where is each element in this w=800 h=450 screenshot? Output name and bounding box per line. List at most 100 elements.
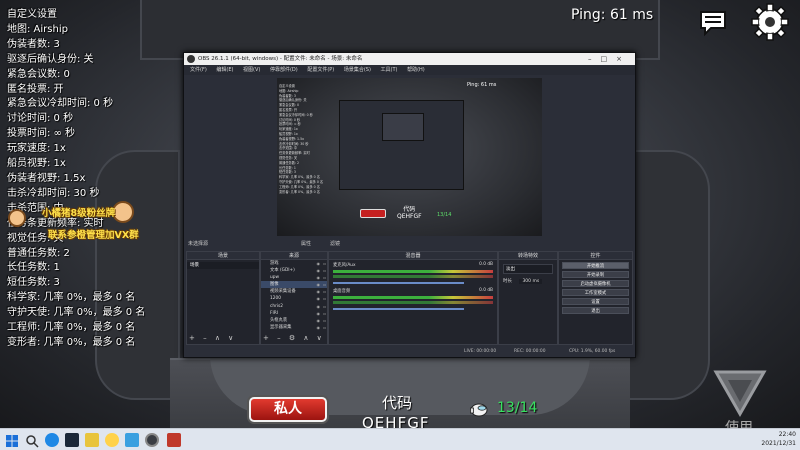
- menu-scene-collection[interactable]: 场景集合(S): [344, 67, 371, 73]
- source-item[interactable]: chris2 ◉ ▫: [261, 303, 327, 310]
- source-item[interactable]: 图像 ◉ ▫: [261, 281, 327, 289]
- no-source-label: 未选择源: [188, 241, 209, 247]
- app-icon[interactable]: [125, 433, 139, 447]
- obs-docks: 场景 场景 + – ∧ ∨ 来源 游戏 ◉ ▫ 文本 (GDI+) ◉ ▫ upw ◉ ▫ …: [186, 251, 633, 345]
- search-icon[interactable]: [25, 433, 39, 448]
- use-button[interactable]: 使用: [712, 368, 768, 436]
- ping-readout: Ping: 61 ms: [571, 7, 654, 23]
- source-toolbar-buttons[interactable]: + – ⚙ ∧ ∨: [263, 334, 325, 342]
- obs-taskbar-icon[interactable]: [145, 433, 159, 447]
- source-item[interactable]: FIRI ◉ ▫: [261, 310, 327, 317]
- settings-row: 普通任务数: 2: [7, 247, 70, 259]
- settings-row: 伪装者数: 3: [7, 38, 60, 50]
- eye-icon: ◉: [316, 275, 321, 281]
- source-item[interactable]: upw ◉ ▫: [261, 274, 327, 281]
- volume-slider[interactable]: [333, 308, 465, 310]
- app-icon[interactable]: [105, 433, 119, 447]
- start-streaming-button[interactable]: 开始推流: [562, 262, 629, 269]
- edge-browser-icon[interactable]: [45, 433, 59, 447]
- settings-button[interactable]: [751, 3, 789, 41]
- sources-dock: 来源 游戏 ◉ ▫ 文本 (GDI+) ◉ ▫ upw ◉ ▫ 图像 ◉ ▫ 视频采集设备 ◉ ▫ …: [260, 251, 328, 345]
- source-item[interactable]: 文本 (GDI+) ◉ ▫: [261, 267, 327, 274]
- lock-icon: ▫: [323, 275, 326, 281]
- source-item[interactable]: 显示器采集 ◉ ▫: [261, 324, 327, 331]
- studio-mode-button[interactable]: 工作室模式: [562, 289, 629, 296]
- mixer-channel: 桌面音频 0.0 dB: [329, 286, 497, 312]
- lock-icon: ▫: [323, 317, 326, 323]
- transition-select[interactable]: 淡出: [503, 264, 553, 274]
- among-us-taskbar-icon[interactable]: [167, 433, 181, 447]
- chat-icon: [700, 11, 726, 37]
- settings-row: 投票时间: ∞ 秒: [7, 128, 76, 140]
- settings-row: 驱逐后确认身份: 关: [7, 53, 94, 65]
- filters-button[interactable]: 滤镜: [330, 238, 340, 250]
- duration-input[interactable]: 300 ms: [519, 279, 543, 284]
- channel-name: 麦克风/Aux: [333, 263, 356, 268]
- dock-title: 混音器: [329, 252, 497, 260]
- menu-docks[interactable]: 停靠部件(D): [270, 67, 298, 73]
- obs-preview[interactable]: 自定义设置 地图: Airship 伪装者数: 3 驱逐后确认身份: 关紧急会议数:…: [277, 78, 542, 236]
- obs-app-icon: [187, 55, 195, 63]
- private-toggle-button[interactable]: 私人: [249, 397, 327, 422]
- volume-meter: [333, 301, 493, 304]
- source-item[interactable]: 头框丸装 ◉ ▫: [261, 317, 327, 324]
- preview-player-count: 13/14: [437, 212, 452, 218]
- menu-help[interactable]: 帮助(H): [407, 67, 425, 73]
- settings-row: 科学家: 几率 0%，最多 0 名: [7, 292, 136, 304]
- windows-start-icon[interactable]: [5, 433, 19, 447]
- settings-row: 自定义设置: [7, 9, 57, 20]
- source-item[interactable]: 1200 ◉ ▫: [261, 295, 327, 302]
- volume-meter: [333, 270, 493, 273]
- eye-icon: ◉: [316, 282, 321, 288]
- source-item[interactable]: 视频采集设备 ◉ ▫: [261, 288, 327, 295]
- scene-toolbar[interactable]: + – ∧ ∨: [189, 334, 236, 342]
- menu-edit[interactable]: 编辑(E): [216, 67, 233, 73]
- scenes-dock: 场景 场景 + – ∧ ∨: [186, 251, 260, 345]
- source-item[interactable]: 游戏 ◉ ▫: [261, 260, 327, 267]
- menu-profile[interactable]: 配置文件(P): [307, 67, 334, 73]
- eye-icon: ◉: [316, 310, 321, 316]
- gear-icon: [751, 3, 789, 41]
- obs-window-title: OBS 26.1.1 (64-bit, windows) - 配置文件: 未命名…: [198, 56, 363, 62]
- menu-tools[interactable]: 工具(T): [381, 67, 398, 73]
- lock-icon: ▫: [323, 282, 326, 288]
- menu-view[interactable]: 视图(V): [243, 67, 260, 73]
- channel-name: 桌面音频: [333, 289, 351, 294]
- eye-icon: ◉: [316, 303, 321, 309]
- steam-icon[interactable]: [65, 433, 79, 447]
- obs-titlebar[interactable]: OBS 26.1.1 (64-bit, windows) - 配置文件: 未命名…: [184, 53, 635, 65]
- preview-settings-list: 自定义设置 地图: Airship 伪装者数: 3 驱逐后确认身份: 关紧急会议数:…: [279, 84, 324, 194]
- dock-title: 来源: [261, 252, 327, 260]
- rec-timer: REC: 00:00:00: [514, 349, 546, 354]
- settings-row: 伪装者视野: 1.5x: [7, 172, 86, 184]
- preview-private-button: [360, 209, 386, 218]
- chat-button[interactable]: [697, 6, 729, 38]
- system-clock[interactable]: 22:40 2021/12/31: [761, 431, 796, 448]
- eye-icon: ◉: [316, 289, 321, 295]
- streamer-overlay-badge: 小橘猪8级粉丝牌 联系参橙管理加VX群: [8, 201, 139, 247]
- start-recording-button[interactable]: 开始录制: [562, 271, 629, 278]
- lock-icon: ▫: [323, 296, 326, 302]
- exit-button[interactable]: 退出: [562, 307, 629, 314]
- settings-row: 紧急会议数: 0: [7, 68, 70, 80]
- controls-dock: 控件 开始推流 开始录制 启动虚拟摄像机 工作室模式 设置 退出: [558, 251, 633, 345]
- settings-button[interactable]: 设置: [562, 298, 629, 305]
- game-settings-list: 自定义设置 地图: Airship 伪装者数: 3 驱逐后确认身份: 关 紧急会…: [7, 8, 157, 351]
- scene-item[interactable]: 场景: [187, 262, 259, 269]
- menu-file[interactable]: 文件(F): [190, 67, 207, 73]
- window-controls[interactable]: –□×: [588, 53, 631, 65]
- properties-button[interactable]: 属性: [301, 238, 311, 250]
- virtual-camera-button[interactable]: 启动虚拟摄像机: [562, 280, 629, 287]
- dock-title: 转场特效: [499, 252, 557, 260]
- settings-row: 变形者: 几率 0%，最多 0 名: [7, 336, 136, 348]
- crewmate-icon: [470, 403, 488, 417]
- transitions-dock: 转场特效 淡出 时长 300 ms: [498, 251, 558, 345]
- obs-statusbar: LIVE: 00:00:00 REC: 00:00:00 CPU: 1.9%, …: [184, 347, 635, 357]
- volume-slider[interactable]: [333, 282, 465, 284]
- settings-row: 长任务数: 1: [7, 262, 60, 274]
- duration-row: 时长 300 ms: [503, 278, 553, 284]
- file-explorer-icon[interactable]: [85, 433, 99, 447]
- preview-nested-obs: [339, 100, 464, 190]
- avatar-icon: [8, 209, 26, 227]
- obs-window[interactable]: OBS 26.1.1 (64-bit, windows) - 配置文件: 未命名…: [183, 52, 636, 358]
